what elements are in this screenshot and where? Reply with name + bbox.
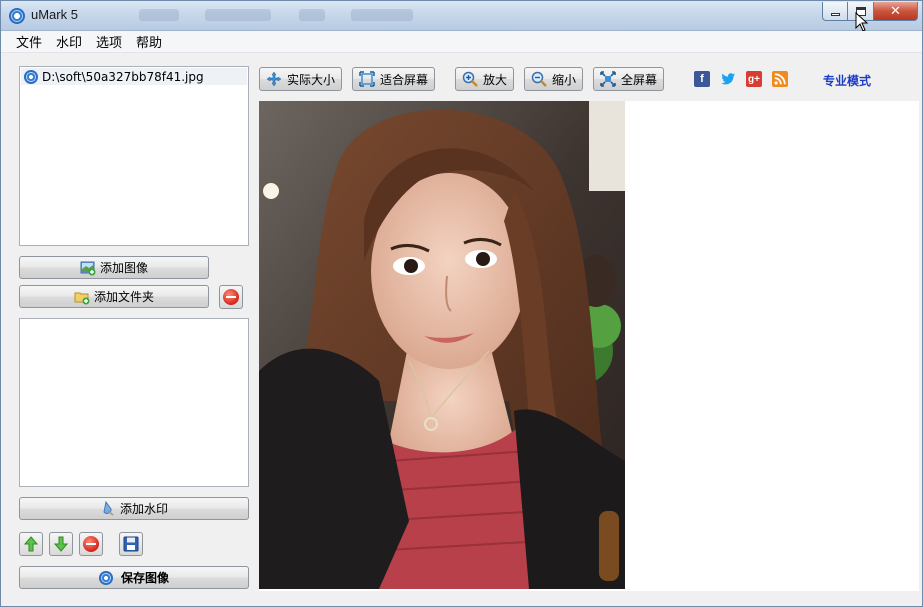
list-item[interactable]: D:\soft\50a327bb78f41.jpg bbox=[21, 68, 247, 85]
save-watermark-button[interactable] bbox=[119, 532, 143, 556]
add-image-button[interactable]: 添加图像 bbox=[19, 256, 209, 279]
facebook-glyph: f bbox=[700, 73, 704, 85]
remove-image-button[interactable] bbox=[219, 285, 243, 309]
pro-mode-link[interactable]: 专业模式 bbox=[823, 72, 871, 89]
preview-photo bbox=[259, 101, 625, 589]
menu-watermark[interactable]: 水印 bbox=[49, 32, 89, 51]
google-plus-glyph: g+ bbox=[748, 73, 760, 85]
image-file-list[interactable]: D:\soft\50a327bb78f41.jpg bbox=[19, 66, 249, 246]
blurred-background-text bbox=[139, 9, 179, 21]
remove-icon bbox=[223, 289, 239, 305]
fit-frame-icon bbox=[359, 71, 375, 87]
add-folder-icon bbox=[74, 292, 90, 304]
file-path: D:\soft\50a327bb78f41.jpg bbox=[42, 69, 204, 84]
zoom-out-label: 缩小 bbox=[552, 72, 577, 87]
umark-file-icon bbox=[24, 69, 38, 84]
add-watermark-label: 添加水印 bbox=[119, 502, 168, 516]
add-image-label: 添加图像 bbox=[99, 261, 148, 275]
expand-arrows-icon bbox=[600, 71, 616, 87]
zoom-in-label: 放大 bbox=[483, 72, 508, 87]
arrow-up-icon bbox=[23, 536, 39, 552]
rss-glyph bbox=[774, 73, 786, 85]
move-down-button[interactable] bbox=[49, 532, 73, 556]
zoom-out-button[interactable]: 缩小 bbox=[524, 67, 584, 91]
blurred-background-text bbox=[299, 9, 325, 21]
arrow-down-icon bbox=[53, 536, 69, 552]
add-folder-button[interactable]: 添加文件夹 bbox=[19, 285, 209, 308]
portrait-photo-illustration bbox=[259, 101, 625, 589]
move-up-button[interactable] bbox=[19, 532, 43, 556]
zoom-in-button[interactable]: 放大 bbox=[455, 67, 515, 91]
facebook-icon[interactable]: f bbox=[694, 71, 710, 87]
close-button[interactable]: ✕ bbox=[874, 2, 918, 21]
save-image-button[interactable]: 保存图像 bbox=[19, 566, 249, 589]
add-folder-label: 添加文件夹 bbox=[93, 290, 154, 304]
fullscreen-label: 全屏幕 bbox=[621, 72, 658, 87]
save-image-label: 保存图像 bbox=[120, 571, 169, 585]
umark-logo-icon bbox=[9, 8, 25, 24]
fullscreen-button[interactable]: 全屏幕 bbox=[593, 67, 665, 91]
magnifier-minus-icon bbox=[531, 71, 547, 87]
mouse-cursor-icon bbox=[855, 12, 869, 32]
fit-screen-button[interactable]: 适合屏幕 bbox=[352, 67, 436, 91]
remove-watermark-button[interactable] bbox=[79, 532, 103, 556]
remove-icon bbox=[83, 536, 99, 552]
menu-options[interactable]: 选项 bbox=[89, 32, 129, 51]
watermark-drop-icon bbox=[103, 500, 114, 516]
blurred-background-text bbox=[205, 9, 271, 21]
blurred-background-text bbox=[351, 9, 413, 21]
rss-icon[interactable] bbox=[772, 71, 788, 87]
window-controls: ✕ bbox=[822, 2, 918, 22]
image-preview-area[interactable] bbox=[259, 101, 919, 591]
window-title: uMark 5 bbox=[31, 7, 78, 22]
actual-size-button[interactable]: 实际大小 bbox=[259, 67, 343, 91]
close-icon: ✕ bbox=[890, 3, 901, 19]
minimize-icon bbox=[830, 12, 840, 16]
actual-size-label: 实际大小 bbox=[287, 72, 336, 87]
menu-bar: 文件 水印 选项 帮助 bbox=[1, 31, 922, 53]
floppy-disk-icon bbox=[123, 536, 139, 552]
twitter-bird-glyph bbox=[721, 73, 735, 85]
add-watermark-button[interactable]: 添加水印 bbox=[19, 497, 249, 520]
move-arrows-icon bbox=[266, 71, 282, 87]
watermark-list[interactable] bbox=[19, 318, 249, 487]
add-image-icon bbox=[80, 261, 96, 275]
menu-file[interactable]: 文件 bbox=[9, 32, 49, 51]
umark-logo-icon bbox=[98, 570, 113, 585]
title-bar[interactable]: uMark 5 ✕ bbox=[1, 1, 922, 31]
menu-help[interactable]: 帮助 bbox=[129, 32, 169, 51]
google-plus-icon[interactable]: g+ bbox=[746, 71, 762, 87]
fit-screen-label: 适合屏幕 bbox=[380, 72, 429, 87]
app-window: uMark 5 ✕ 文件 水印 选项 帮助 D:\soft\50a327bb78… bbox=[0, 0, 923, 607]
minimize-button[interactable] bbox=[822, 2, 848, 21]
magnifier-plus-icon bbox=[462, 71, 478, 87]
twitter-icon[interactable] bbox=[720, 71, 736, 87]
